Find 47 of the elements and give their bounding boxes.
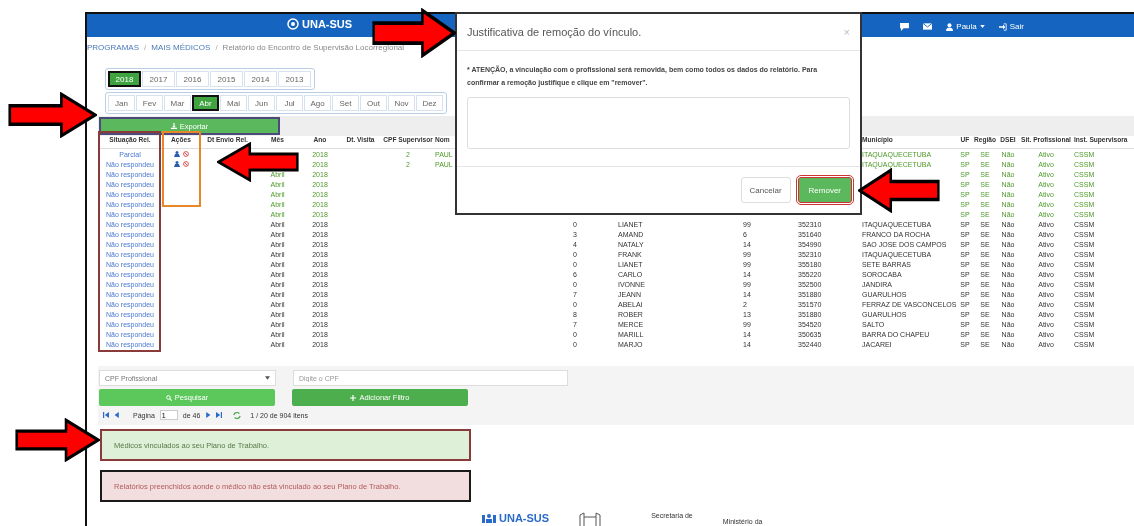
logout-link[interactable]: Sair <box>998 22 1024 31</box>
caret-icon <box>265 376 270 380</box>
year-tab[interactable]: 2013 <box>278 71 311 87</box>
comment-icon[interactable] <box>900 22 910 31</box>
year-tab[interactable]: 2017 <box>142 71 175 87</box>
first-page-icon[interactable] <box>103 412 109 418</box>
footer-logo: UNA-SUS <box>482 512 550 524</box>
logo-icon <box>287 18 299 30</box>
previous-page-icon[interactable] <box>114 412 120 418</box>
sign-in-icon <box>998 22 1007 31</box>
cancel-button[interactable]: Cancelar <box>740 177 791 203</box>
dialog-title: Justificativa de remoção do vínculo. <box>467 25 642 38</box>
envelope-icon[interactable] <box>923 23 933 30</box>
breadcrumb-link[interactable]: PROGRAMAS <box>87 43 139 59</box>
ban-icon[interactable] <box>182 151 189 157</box>
month-tab[interactable]: Set <box>332 95 359 111</box>
plus-icon <box>350 394 357 401</box>
month-tab[interactable]: Jul <box>276 95 303 111</box>
last-page-icon[interactable] <box>216 412 223 418</box>
ban-icon[interactable] <box>182 161 189 167</box>
refresh-icon[interactable] <box>233 411 242 419</box>
month-tab[interactable]: Nov <box>388 95 415 111</box>
year-tab[interactable]: 2014 <box>244 71 277 87</box>
month-tab[interactable]: Mar <box>164 95 191 111</box>
next-page-icon[interactable] <box>205 412 212 418</box>
download-icon <box>170 123 177 129</box>
search-icon <box>165 394 172 401</box>
month-tab[interactable]: Jan <box>108 95 135 111</box>
breadcrumb-link[interactable]: MAIS MÉDICOS <box>151 43 211 59</box>
user-icon <box>946 22 954 31</box>
site-logo[interactable]: UNA-SUS <box>287 18 353 30</box>
user-icon[interactable] <box>173 161 180 167</box>
month-tab[interactable]: Out <box>360 95 387 111</box>
user-icon[interactable] <box>173 151 180 157</box>
year-tab[interactable]: 2016 <box>176 71 209 87</box>
month-tab[interactable]: Fev <box>136 95 163 111</box>
month-tab[interactable]: Ago <box>304 95 331 111</box>
breadcrumb-separator: / <box>144 43 147 55</box>
year-tab[interactable]: 2015 <box>210 71 243 87</box>
month-tab[interactable]: Jun <box>248 95 275 111</box>
caret-icon <box>979 25 985 28</box>
month-tab[interactable]: Dez <box>416 95 443 111</box>
justification-field[interactable] <box>467 96 850 149</box>
building-icon <box>579 512 602 526</box>
breadcrumb-separator: / <box>215 43 218 55</box>
month-tab[interactable]: Mai <box>220 95 247 111</box>
user-menu[interactable]: Paula <box>946 22 985 31</box>
